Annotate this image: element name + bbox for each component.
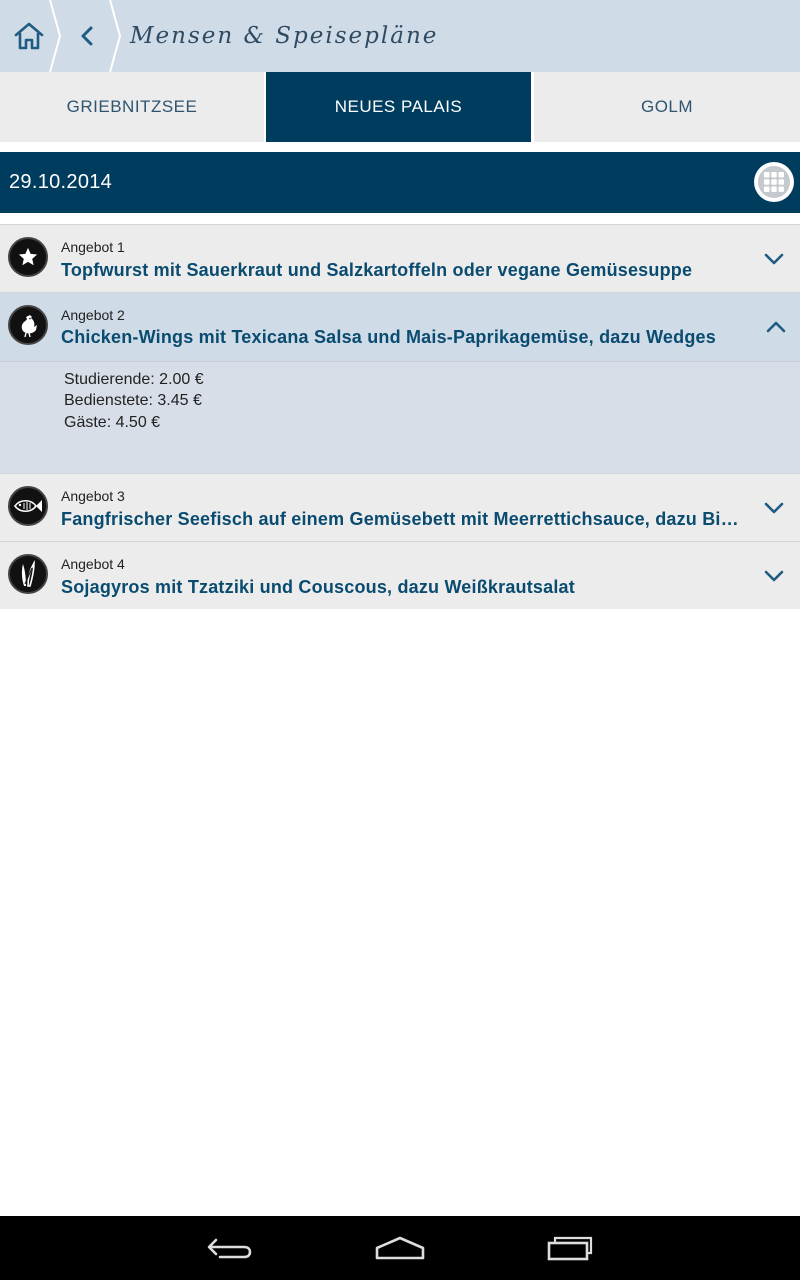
price-staff: Bedienstete: 3.45 € (64, 392, 202, 409)
star-icon (18, 247, 38, 266)
page-title: Mensen & Speisepläne (130, 23, 439, 49)
offer-row-2[interactable]: Angebot 2 Chicken-Wings mit Texicana Sal… (0, 292, 800, 361)
app-header: Mensen & Speisepläne (0, 0, 800, 72)
offer-dish: Topfwurst mit Sauerkraut und Salzkartoff… (61, 260, 693, 280)
rooster-icon (21, 315, 37, 338)
nav-home-button[interactable] (360, 1216, 440, 1280)
offer-label: Angebot 3 (61, 488, 125, 504)
fish-icon (14, 499, 42, 513)
system-nav-bar (0, 1216, 800, 1280)
nav-back-button[interactable] (190, 1216, 270, 1280)
nav-home-icon (375, 1236, 425, 1260)
offer-row-1[interactable]: Angebot 1 Topfwurst mit Sauerkraut und S… (0, 224, 800, 292)
offer-label: Angebot 4 (61, 556, 125, 572)
date-bar: 29.10.2014 (0, 152, 800, 213)
calendar-grid-icon (764, 172, 784, 192)
tab-griebnitzsee[interactable]: GRIEBNITZSEE (0, 72, 264, 142)
vegetable-icon (21, 560, 35, 587)
selected-date: 29.10.2014 (9, 171, 113, 193)
nav-back-icon (207, 1238, 252, 1259)
header-separator-icon (109, 0, 122, 72)
tab-golm[interactable]: GOLM (534, 72, 800, 142)
offer-category-badge (8, 237, 48, 277)
chevron-down-icon[interactable] (762, 247, 786, 271)
offer-dish: Chicken-Wings mit Texicana Salsa und Mai… (61, 327, 716, 347)
price-guests: Gäste: 4.50 € (64, 414, 161, 431)
offer-category-badge (8, 554, 48, 594)
nav-recents-icon (547, 1236, 593, 1261)
offer-label: Angebot 1 (61, 239, 125, 255)
calendar-button[interactable] (754, 162, 794, 202)
campus-tabs: GRIEBNITZSEE NEUES PALAIS GOLM (0, 72, 800, 142)
offer-dish: Sojagyros mit Tzatziki und Couscous, daz… (61, 577, 575, 597)
chevron-down-icon[interactable] (762, 496, 786, 520)
chevron-up-icon[interactable] (764, 315, 788, 339)
offer-category-badge (8, 486, 48, 526)
home-icon (14, 22, 44, 50)
offer-row-3[interactable]: Angebot 3 Fangfrischer Seefisch auf eine… (0, 473, 800, 541)
chevron-down-icon[interactable] (762, 564, 786, 588)
back-chevron-icon (81, 26, 93, 46)
price-students: Studierende: 2.00 € (64, 371, 204, 388)
offer-label: Angebot 2 (61, 307, 125, 323)
offer-dish: Fangfrischer Seefisch auf einem Gemüsebe… (61, 509, 739, 529)
tab-neues-palais[interactable]: NEUES PALAIS (266, 72, 531, 142)
offer-row-4[interactable]: Angebot 4 Sojagyros mit Tzatziki und Cou… (0, 541, 800, 609)
offer-category-badge (8, 305, 48, 345)
nav-recents-button[interactable] (530, 1216, 610, 1280)
offer-2-price-details: Studierende: 2.00 € Bedienstete: 3.45 € … (0, 361, 800, 473)
